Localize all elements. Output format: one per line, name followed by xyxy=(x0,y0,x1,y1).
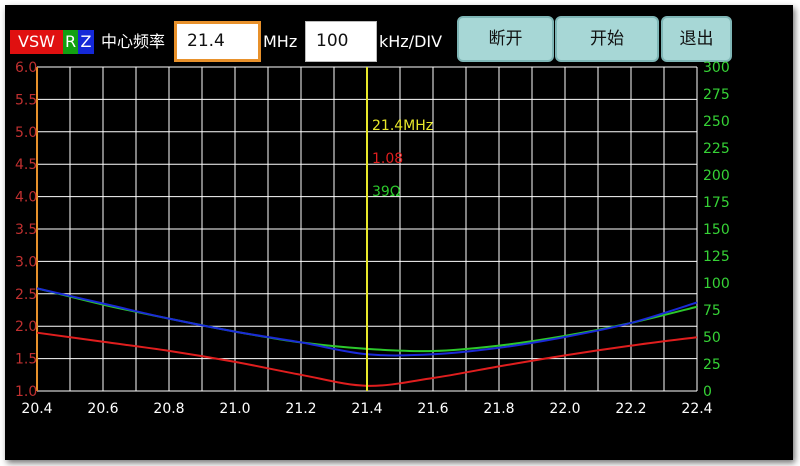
cursor-vswr-readout: 1.08 xyxy=(372,151,403,167)
y-right-tick-label: 125 xyxy=(703,249,730,265)
y-right-tick-label: 50 xyxy=(703,330,721,346)
y-right-tick-label: 75 xyxy=(703,303,721,319)
y-left-tick-label: 2.0 xyxy=(15,319,37,335)
x-tick-label: 20.4 xyxy=(21,401,52,417)
cursor-frequency-readout: 21.4MHz xyxy=(372,118,433,134)
sweep-chart[interactable]: 20.4 20.6 20.8 21.0 21.2 21.4 21.6 21.8 22.0 22.2… xyxy=(5,5,793,460)
y-right-tick-label: 200 xyxy=(703,168,730,184)
y-left-tick-label: 1.5 xyxy=(15,352,37,368)
y-left-tick-label: 2.5 xyxy=(15,287,37,303)
cursor-impedance-readout: 39Ω xyxy=(372,184,401,200)
y-left-tick-label: 4.0 xyxy=(15,190,37,206)
y-left-tick-label: 4.5 xyxy=(15,157,37,173)
x-tick-label: 21.6 xyxy=(417,401,448,417)
y-right-tick-label: 250 xyxy=(703,114,730,130)
x-tick-label: 21.0 xyxy=(219,401,250,417)
y-right-tick-label: 175 xyxy=(703,195,730,211)
x-tick-label: 22.2 xyxy=(615,401,646,417)
x-tick-label: 20.8 xyxy=(153,401,184,417)
y-left-tick-label: 5.5 xyxy=(15,92,37,108)
y-right-tick-label: 300 xyxy=(703,60,730,76)
app-window: VSW R Z 中心频率 21.4 MHz 100 kHz/DIV 断开 开始 … xyxy=(5,5,793,460)
x-tick-label: 20.6 xyxy=(87,401,118,417)
y-left-tick-label: 3.0 xyxy=(15,254,37,270)
y-right-tick-label: 275 xyxy=(703,87,730,103)
y-right-tick-label: 0 xyxy=(703,384,712,400)
x-tick-label: 22.0 xyxy=(549,401,580,417)
x-tick-label: 22.4 xyxy=(681,401,712,417)
y-right-tick-label: 100 xyxy=(703,276,730,292)
y-right-tick-label: 25 xyxy=(703,357,721,373)
x-tick-label: 21.4 xyxy=(351,401,382,417)
y-left-tick-label: 5.0 xyxy=(15,125,37,141)
y-left-tick-label: 6.0 xyxy=(15,60,37,76)
y-right-tick-label: 150 xyxy=(703,222,730,238)
x-tick-label: 21.2 xyxy=(285,401,316,417)
y-left-tick-label: 1.0 xyxy=(15,384,37,400)
x-tick-label: 21.8 xyxy=(483,401,514,417)
y-right-tick-label: 225 xyxy=(703,141,730,157)
y-left-tick-label: 3.5 xyxy=(15,222,37,238)
